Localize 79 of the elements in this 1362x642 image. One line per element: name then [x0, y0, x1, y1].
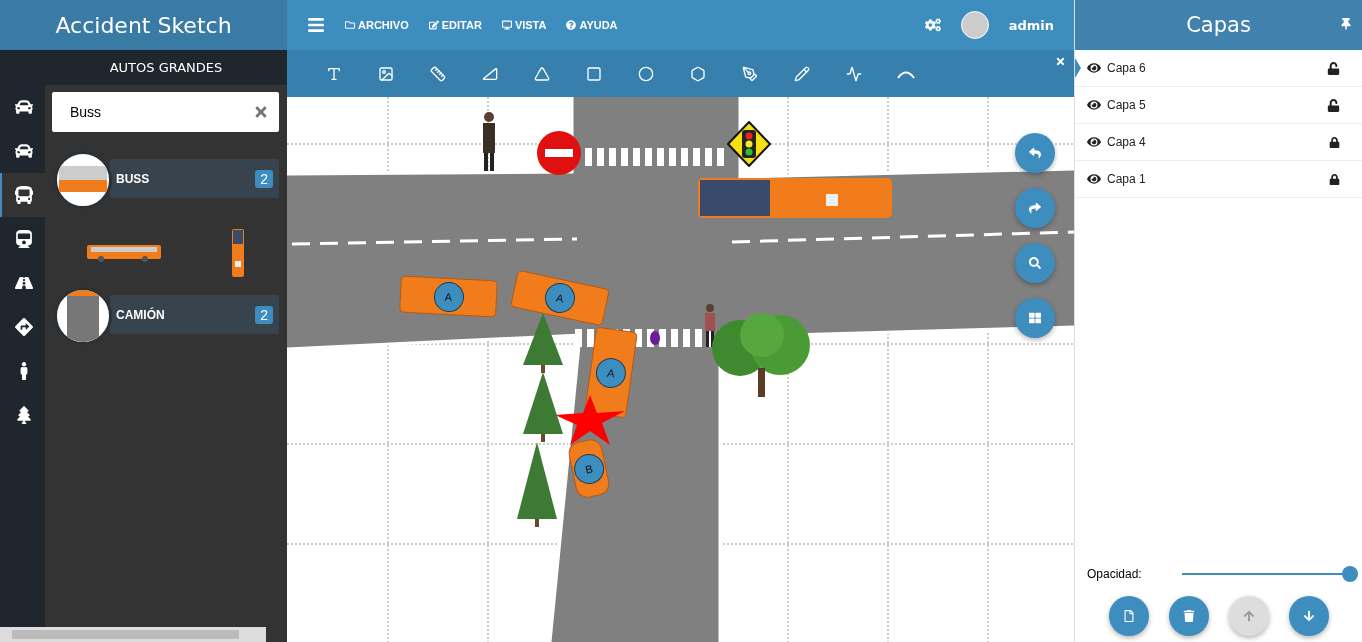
scrollbar[interactable] — [0, 627, 266, 642]
app-title: Accident Sketch — [0, 0, 287, 50]
menu-item[interactable]: ARCHIVO — [345, 19, 409, 31]
count-badge: 2 — [255, 169, 273, 188]
new-file-button[interactable] — [1108, 596, 1149, 636]
search-icon — [1029, 257, 1041, 269]
folder-icon — [345, 20, 355, 30]
road-icon — [14, 274, 33, 292]
move-down-button[interactable] — [1288, 596, 1329, 636]
category-label: CAMIÓN — [116, 307, 166, 322]
count-badge: 2 — [255, 305, 273, 324]
unlock-icon[interactable] — [1327, 61, 1340, 75]
layer-name: Capa 6 — [1107, 61, 1147, 75]
help-icon — [566, 20, 577, 30]
unlock-icon[interactable] — [1327, 98, 1340, 112]
lock-icon[interactable] — [1329, 136, 1340, 148]
redo-icon — [1029, 202, 1041, 214]
eye-icon[interactable] — [1087, 61, 1101, 75]
zigzag-line-icon[interactable] — [846, 65, 862, 82]
circle-icon[interactable] — [638, 65, 654, 82]
text-tool-icon[interactable] — [326, 65, 342, 82]
undo-button[interactable] — [1015, 133, 1055, 173]
grid-icon — [1029, 312, 1041, 324]
pine-tree-drawing — [523, 372, 563, 442]
train-icon — [14, 230, 33, 248]
square-icon[interactable] — [586, 65, 602, 82]
edit-icon — [428, 20, 439, 30]
sign-icon — [14, 318, 33, 336]
car-icon — [14, 98, 33, 116]
arrow-up-icon — [1242, 610, 1255, 622]
triangle-icon[interactable] — [534, 65, 550, 82]
layer-name: Capa 4 — [1107, 135, 1147, 149]
file-icon — [1122, 610, 1135, 622]
layer-name: Capa 5 — [1107, 98, 1147, 112]
lock-icon[interactable] — [1329, 173, 1340, 185]
bollard-icon — [650, 331, 660, 345]
search-field[interactable]: Buss — [52, 92, 279, 132]
trash-icon — [1182, 610, 1195, 622]
undo-icon — [1029, 147, 1041, 159]
bus-top-item — [231, 229, 244, 277]
pen-icon[interactable] — [742, 65, 758, 82]
arrow-down-icon — [1302, 610, 1315, 622]
no-entry-sign-drawing — [535, 130, 583, 176]
bus-category-tab[interactable] — [0, 173, 45, 217]
monitor-icon — [501, 20, 512, 30]
slider-thumb[interactable] — [1342, 566, 1358, 582]
car-icon — [14, 142, 33, 160]
settings-icon[interactable] — [924, 17, 941, 33]
tree-icon — [14, 406, 33, 424]
close-icon[interactable] — [1055, 56, 1066, 67]
pencil-icon[interactable] — [794, 65, 810, 82]
delete-button[interactable] — [1168, 596, 1209, 636]
collision-star-icon — [555, 395, 625, 445]
pedestrian-drawing — [703, 304, 717, 348]
clear-icon[interactable] — [253, 104, 269, 120]
menu-icon[interactable] — [307, 16, 325, 34]
user-name[interactable]: admin — [1008, 17, 1054, 33]
category-label: BUSS — [116, 171, 151, 186]
opacity-slider[interactable] — [1181, 566, 1358, 582]
image-icon[interactable] — [378, 65, 394, 82]
traffic-light-sign-drawing — [727, 121, 771, 167]
category-row[interactable]: BUSS 2 — [110, 159, 279, 198]
menu-item[interactable]: EDITAR — [428, 19, 482, 31]
hexagon-icon[interactable] — [690, 65, 706, 82]
layer-name: Capa 1 — [1107, 172, 1147, 186]
bus-icon — [14, 186, 33, 204]
category-row[interactable]: CAMIÓN 2 — [110, 295, 279, 334]
menu-item[interactable]: VISTA — [501, 19, 547, 31]
opacity-label: Opacidad: — [1087, 567, 1142, 581]
vehicle-label: A — [432, 280, 465, 313]
eye-icon[interactable] — [1087, 172, 1101, 186]
ruler-icon[interactable] — [430, 65, 446, 82]
pine-tree-drawing — [523, 313, 563, 373]
avatar[interactable] — [960, 11, 989, 39]
eye-icon[interactable] — [1087, 98, 1101, 112]
pin-icon[interactable] — [1340, 18, 1352, 30]
menu-item[interactable]: AYUDA — [566, 19, 618, 31]
eye-icon[interactable] — [1087, 135, 1101, 149]
panel-title: Capas — [1186, 13, 1251, 37]
